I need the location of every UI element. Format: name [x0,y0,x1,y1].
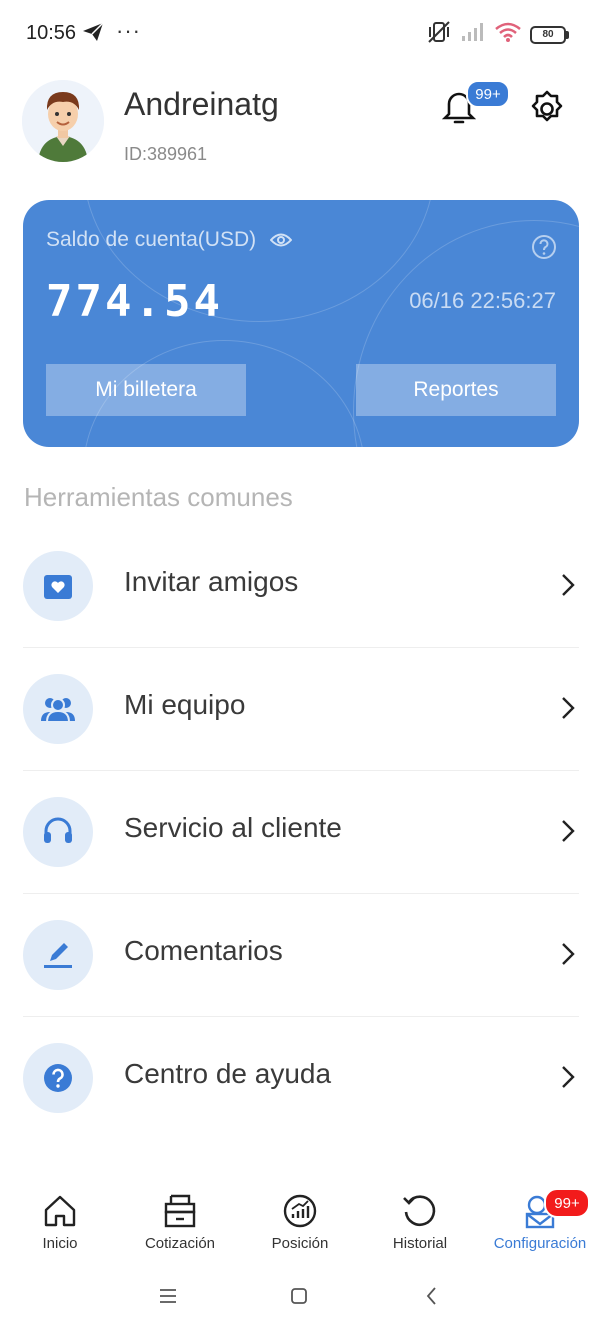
settings-badge: 99+ [544,1188,590,1218]
menu-icon[interactable] [156,1284,180,1308]
tool-label: Servicio al cliente [124,812,342,843]
status-bar: 10:56 ··· 80 [0,0,600,68]
nav-label: Inicio [42,1235,78,1252]
nav-item-quote[interactable]: Cotización [120,1180,240,1260]
notification-badge: 99+ [466,80,510,108]
balance-timestamp: 06/16 22:56:27 [409,288,556,313]
headset-icon [23,797,93,867]
team-icon [23,674,93,744]
tool-item-my-team[interactable]: Mi equipo [23,647,579,771]
balance-label-row: Saldo de cuenta(USD) [46,228,293,252]
home-icon [44,1195,76,1227]
chevron-right-icon [562,574,575,596]
chevron-right-icon [562,697,575,719]
balance-label: Saldo de cuenta(USD) [46,228,257,251]
avatar[interactable] [22,80,104,162]
bottom-navigation: Inicio Cotización Posición Historial 99+… [0,1180,600,1260]
vibrate-off-icon [426,20,452,49]
status-time: 10:56 [26,22,77,44]
user-id: ID:389961 [124,144,208,164]
tools-section-title: Herramientas comunes [24,482,293,512]
help-icon [23,1043,93,1113]
nav-label: Posición [271,1235,329,1252]
pen-icon [23,920,93,990]
chevron-right-icon [562,820,575,842]
nav-label: Cotización [144,1235,216,1252]
tool-label: Mi equipo [124,689,246,720]
status-icons: 80 [426,20,569,49]
battery-icon: 80 [530,25,569,44]
reports-button[interactable]: Reportes [356,364,556,416]
nav-item-home[interactable]: Inicio [0,1180,120,1260]
nav-label: Configuración [493,1235,587,1252]
home-square-icon[interactable] [287,1284,311,1308]
settings-screen: 10:56 ··· 80 Andreinatg ID:389961 99+ Sa… [0,0,600,1333]
tool-item-help-center[interactable]: Centro de ayuda [23,1016,579,1139]
wifi-icon [494,21,522,48]
wallet-button[interactable]: Mi billetera [46,364,246,416]
chevron-right-icon [562,943,575,965]
tool-item-invite-friends[interactable]: Invitar amigos [23,524,579,648]
account-balance-card: Saldo de cuenta(USD) 774.54 06/16 22:56:… [23,200,579,447]
eye-icon[interactable] [270,232,293,248]
invite-icon [23,551,93,621]
battery-level: 80 [542,29,554,40]
nav-item-settings[interactable]: 99+ Configuración [480,1180,600,1260]
position-icon [283,1194,317,1228]
username: Andreinatg [124,86,279,122]
tool-label: Invitar amigos [124,566,299,597]
tool-label: Comentarios [124,935,283,966]
quote-icon [164,1194,196,1228]
settings-button[interactable] [526,88,568,130]
nav-label: Historial [392,1235,448,1252]
balance-amount: 774.54 [46,276,223,327]
back-icon[interactable] [420,1284,444,1308]
signal-icon [460,21,486,48]
tool-item-comments[interactable]: Comentarios [23,893,579,1017]
more-notifications-icon: ··· [116,18,141,43]
system-navigation-bar [0,1276,600,1316]
chevron-right-icon [562,1066,575,1088]
nav-item-history[interactable]: Historial [360,1180,480,1260]
tool-item-customer-service[interactable]: Servicio al cliente [23,770,579,894]
history-icon [403,1195,436,1227]
gear-icon [531,90,563,122]
telegram-icon [82,22,104,47]
nav-item-position[interactable]: Posición [240,1180,360,1260]
help-circle-icon[interactable] [531,234,557,265]
tool-label: Centro de ayuda [124,1058,332,1089]
